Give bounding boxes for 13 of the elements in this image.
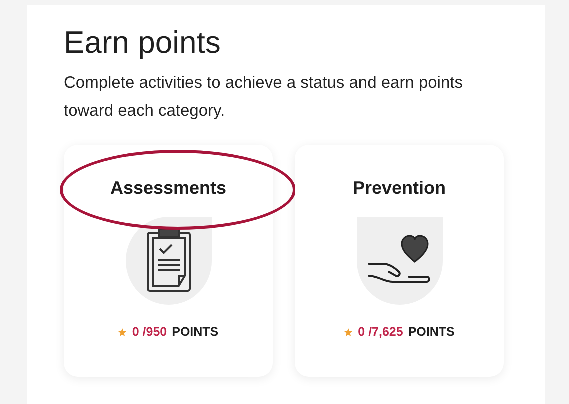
points-label: POINTS (172, 325, 219, 339)
card-title: Prevention (352, 178, 446, 199)
category-card[interactable]: Assessments 0 /950 POINTS (64, 145, 273, 377)
points-earned: 0 /7,625 (358, 325, 404, 339)
category-card[interactable]: Prevention 0 /7,625 POINTS (295, 145, 504, 377)
clipboard-icon (146, 228, 192, 294)
star-icon (344, 328, 354, 336)
star-icon (118, 328, 128, 336)
page-heading: Earn points (64, 24, 222, 62)
card-title: Assessments (110, 178, 227, 199)
points-label: POINTS (408, 325, 455, 339)
points-earned: 0 /950 (132, 325, 168, 339)
page-description: Complete activities to achieve a status and earn points toward each category. (64, 73, 464, 122)
